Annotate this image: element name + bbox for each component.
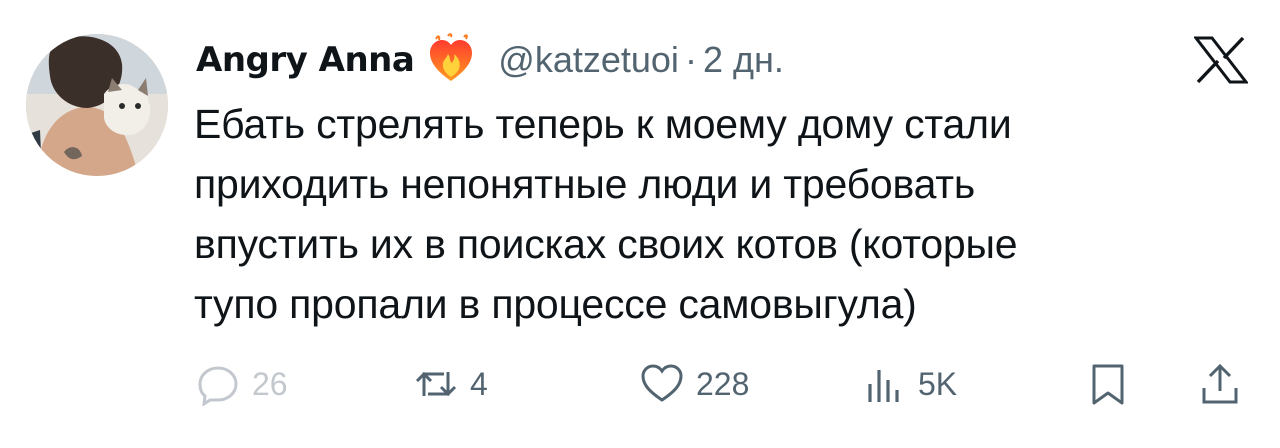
fire-heart-icon	[424, 33, 478, 87]
reply-button[interactable]: 26	[196, 356, 288, 412]
x-logo-icon[interactable]	[1192, 36, 1250, 84]
retweet-button[interactable]: 4	[414, 356, 488, 412]
tweet-text-line: Ебать стрелять теперь к моему дому стали	[194, 101, 1012, 147]
share-icon	[1202, 363, 1238, 404]
action-bar: 26 4 228 5K	[0, 356, 1280, 412]
like-count: 228	[696, 365, 750, 402]
tweet-text-line: впустить их в поисках своих котов (котор…	[194, 221, 1018, 267]
bookmark-icon	[1092, 364, 1124, 405]
author-name[interactable]: Angry Anna	[196, 40, 415, 80]
reply-icon	[198, 366, 238, 406]
tweet-timestamp[interactable]: 2 дн.	[703, 39, 784, 81]
views-button[interactable]: 5K	[862, 356, 957, 412]
views-count: 5K	[918, 365, 958, 402]
avatar[interactable]	[26, 34, 168, 176]
tweet-text-line: приходить непонятные люди и требовать	[194, 161, 976, 207]
retweet-count: 4	[470, 365, 488, 402]
separator-dot: ·	[684, 39, 697, 80]
retweet-icon	[415, 371, 457, 397]
tweet-text: Ебать стрелять теперь к моему дому стали…	[194, 94, 1254, 334]
reply-count: 26	[252, 365, 288, 402]
bookmark-button[interactable]	[1086, 356, 1130, 412]
like-button[interactable]: 228	[640, 356, 749, 412]
avatar-image	[26, 34, 168, 176]
share-button[interactable]	[1198, 356, 1242, 412]
views-icon	[868, 370, 899, 402]
tweet-header: Angry Anna @katzetuoi · 2 дн.	[196, 30, 784, 90]
heart-icon	[641, 364, 683, 402]
tweet-text-line: тупо пропали в процессе самовыгула)	[194, 281, 917, 327]
author-handle[interactable]: @katzetuoi	[498, 39, 679, 81]
